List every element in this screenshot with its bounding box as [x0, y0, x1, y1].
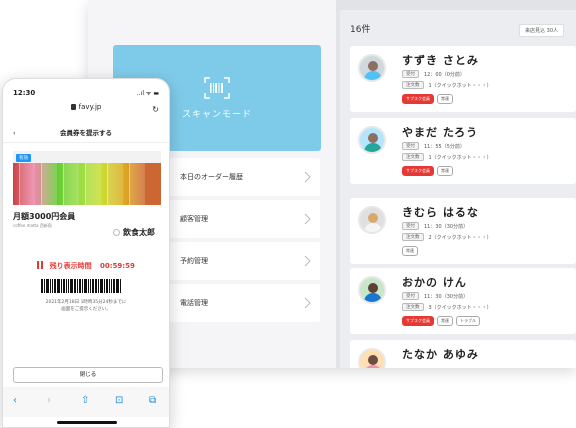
customer-badges: サブスク会員 常連 トラブル [402, 316, 480, 326]
url-bar[interactable]: favy.jp [3, 103, 169, 121]
order-row: 注文数 1（クイックホット・・・） [402, 153, 492, 161]
status-badge: サブスク会員 [402, 316, 434, 326]
reload-icon[interactable]: ↻ [152, 105, 159, 114]
customer-card[interactable]: やまだ たろう 受付 11：55（5分前） 注文数 1（クイックホット・・・） サブ… [350, 118, 576, 184]
stage: スキャンモード 本日のオーダー履歴 顧客管理 予約管理 電話管理 16件 来店見… [0, 0, 576, 428]
customer-count: 16件 [350, 25, 371, 35]
user-icon [113, 229, 120, 236]
menu-item-label: 予約管理 [180, 257, 208, 265]
customer-name: おかの けん [402, 276, 467, 289]
status-badge: 常連 [437, 94, 453, 104]
forward-nav-icon[interactable]: › [47, 395, 51, 406]
customer-badges: サブスク会員 常連 [402, 166, 453, 176]
status-badge: サブスク会員 [402, 166, 434, 176]
customer-card[interactable]: たなか あゆみ [350, 340, 576, 368]
status-badge: 常連 [437, 166, 453, 176]
remaining-time: 残り表示時間 00:59:59 [3, 261, 169, 271]
customer-badges: 常連 [402, 246, 418, 256]
back-icon[interactable]: ‹ [13, 123, 16, 143]
share-icon[interactable]: ⇧ [81, 395, 89, 406]
membership-title: 月額3000円会員 [13, 212, 76, 221]
valid-badge: 有効 [16, 154, 31, 162]
menu-item-label: 電話管理 [180, 299, 208, 307]
customer-card[interactable]: すずき さとみ 受付 12：00（0分前） 注文数 1（クイックホット・・・） サブ… [350, 46, 576, 112]
order-row: 注文数 2（クイックホット・・・） [402, 233, 492, 241]
menu-item-phone-management[interactable]: 電話管理 [168, 284, 320, 322]
signal-wifi-battery-icon: ..ıl ᯤ ▬ [136, 90, 159, 97]
reception-row: 受付 11：30（30分前） [402, 292, 468, 300]
menu-item-label: 本日のオーダー履歴 [180, 173, 243, 181]
menu-item-order-history[interactable]: 本日のオーダー履歴 [168, 158, 320, 196]
tabs-icon[interactable]: ⧉ [149, 395, 156, 406]
customer-name: たなか あゆみ [402, 348, 479, 361]
order-row: 注文数 1（クイックホット・・・） [402, 81, 492, 89]
scan-mode-label: スキャンモード [181, 109, 252, 120]
member-name: 飲食太郎 [113, 227, 155, 238]
order-row: 注文数 3（クイックホット・・・） [402, 303, 492, 311]
status-badge: 常連 [402, 246, 418, 256]
membership-image: 有効 [13, 151, 161, 205]
status-badge: 常連 [437, 316, 453, 326]
phone-screen: 12:30 ..ıl ᯤ ▬ favy.jp ↻ ‹ 会員券を提示する 有効 月… [2, 78, 170, 428]
timer-value: 00:59:59 [100, 262, 135, 270]
avatar [358, 206, 386, 234]
customer-card[interactable]: きむら はるな 受付 11：30（30分前） 注文数 2（クイックホット・・・） 常… [350, 198, 576, 264]
chevron-right-icon [304, 171, 311, 183]
avatar [358, 126, 386, 154]
status-badge: サブスク会員 [402, 94, 434, 104]
bookmarks-icon[interactable]: ⊡ [115, 395, 123, 406]
avatar [358, 276, 386, 304]
lock-icon [70, 104, 76, 110]
customer-card[interactable]: おかの けん 受付 11：30（30分前） 注文数 3（クイックホット・・・） サブ… [350, 268, 576, 334]
customer-name: すずき さとみ [402, 54, 479, 67]
chevron-right-icon [304, 255, 311, 267]
timer-icon [37, 261, 44, 269]
customer-list-pane: 16件 来店見込 30人 すずき さとみ 受付 12：00（0分前） 注文数 1（ク… [340, 10, 576, 368]
store-name: coffee matta 西新宿 [13, 223, 52, 228]
avatar [358, 348, 386, 368]
back-nav-icon[interactable]: ‹ [13, 395, 17, 406]
reception-row: 受付 12：00（0分前） [402, 70, 465, 78]
customer-name: きむら はるな [402, 206, 479, 219]
reception-row: 受付 11：30（30分前） [402, 222, 468, 230]
page-header: ‹ 会員券を提示する [3, 123, 169, 143]
barcode [41, 279, 133, 293]
reception-row: 受付 11：55（5分前） [402, 142, 465, 150]
expiry-caption: 2021年2月18日 1時時35分24秒までに 画面をご提示ください。 [45, 300, 127, 312]
customer-name: やまだ たろう [402, 126, 479, 139]
status-badge: トラブル [456, 316, 480, 326]
url-text: favy.jp [78, 103, 102, 111]
menu-item-label: 顧客管理 [180, 215, 208, 223]
page-title: 会員券を提示する [60, 129, 112, 137]
menu-item-reservation-management[interactable]: 予約管理 [168, 242, 320, 280]
status-time: 12:30 [13, 89, 36, 97]
close-button[interactable]: 閉じる [13, 367, 163, 383]
chevron-right-icon [304, 297, 311, 309]
expected-visits-badge: 来店見込 30人 [519, 24, 564, 37]
browser-toolbar: ‹ › ⇧ ⊡ ⧉ [3, 387, 169, 417]
barcode-scan-icon [204, 76, 230, 99]
home-indicator [57, 421, 117, 424]
chevron-right-icon [304, 213, 311, 225]
menu-item-customer-management[interactable]: 顧客管理 [168, 200, 320, 238]
avatar [358, 54, 386, 82]
customer-badges: サブスク会員 常連 [402, 94, 453, 104]
